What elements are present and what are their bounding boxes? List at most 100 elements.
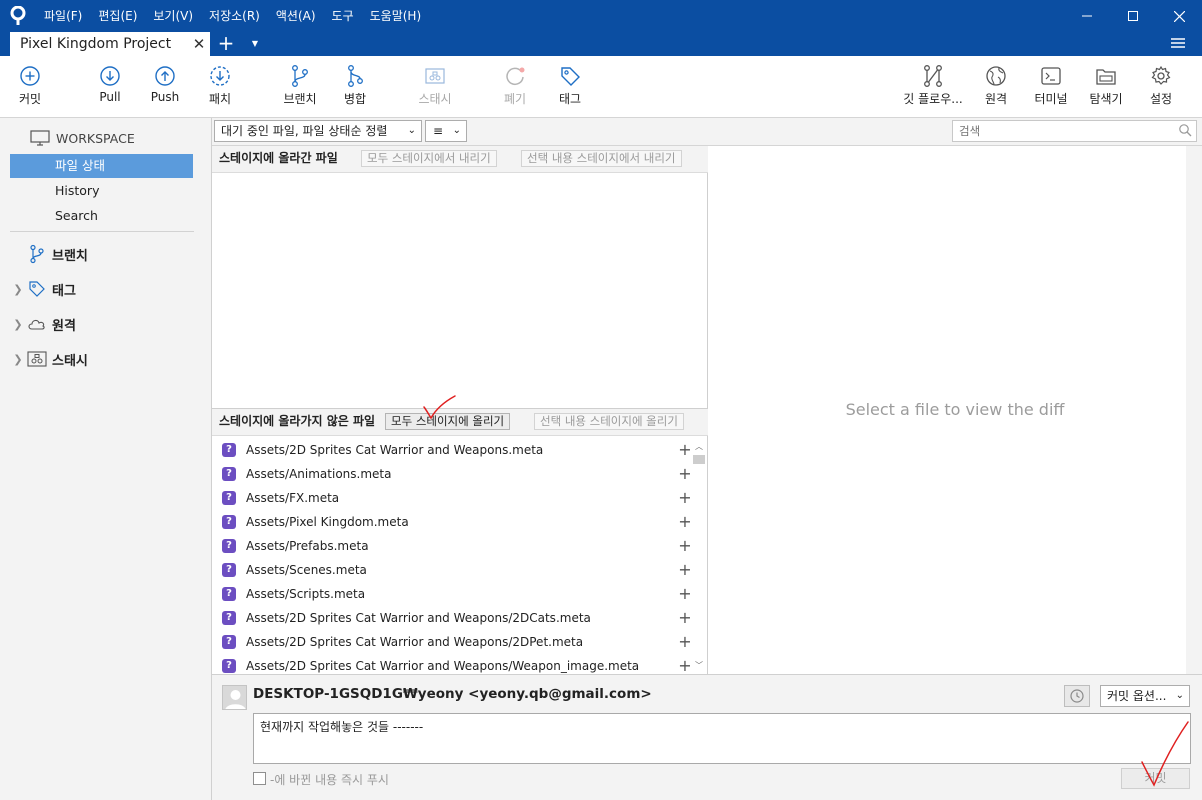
sidebar-group-remotes[interactable]: ❯ 원격 [10,312,76,336]
menu-view[interactable]: 보기(V) [145,0,201,32]
file-row[interactable]: ? Assets/2D Sprites Cat Warrior and Weapo… [212,654,692,675]
untracked-status-icon: ? [222,611,236,625]
stage-all-button[interactable]: 모두 스테이지에 올리기 [385,413,511,430]
search-icon [1179,124,1192,137]
menu-file[interactable]: 파일(F) [36,0,90,32]
stage-file-plus-icon[interactable]: + [678,562,692,578]
file-row[interactable]: ? Assets/FX.meta + [212,486,692,510]
title-bar: 파일(F) 편집(E) 보기(V) 저장소(R) 액션(A) 도구 도움말(H) [0,0,1202,32]
sidebar-item-file-status[interactable]: 파일 상태 [10,154,193,178]
stage-file-plus-icon[interactable]: + [678,538,692,554]
file-row[interactable]: ? Assets/Scripts.meta + [212,582,692,606]
workspace-label: WORKSPACE [56,130,135,146]
tab-dropdown-icon[interactable]: ▼ [248,35,262,53]
discard-button[interactable]: 폐기 [495,56,535,118]
chevron-right-icon: ❯ [13,352,23,366]
workspace-header: WORKSPACE [30,128,135,148]
sidebar-divider [10,231,194,232]
file-row[interactable]: ? Assets/Pixel Kingdom.meta + [212,510,692,534]
commit-toolbar-button[interactable]: 커밋 [10,56,50,118]
remote-button[interactable]: 원격 [976,56,1016,118]
stash-icon [26,351,48,367]
scroll-down-icon[interactable]: ﹀ [691,659,707,673]
repo-tab[interactable]: Pixel Kingdom Project ✕ [10,32,210,56]
untracked-status-icon: ? [222,491,236,505]
push-button[interactable]: Push [145,56,185,118]
scroll-up-icon[interactable]: ︿ [691,440,707,454]
diff-scrollbar[interactable] [1186,146,1202,674]
stage-file-plus-icon[interactable]: + [678,514,692,530]
sidebar-item-history[interactable]: History [10,179,193,203]
menu-edit[interactable]: 편집(E) [90,0,145,32]
hamburger-menu-icon[interactable] [1170,35,1188,53]
stash-button[interactable]: 스태시 [414,56,456,118]
new-tab-button[interactable]: + [216,33,236,55]
clock-icon [1070,689,1084,703]
scrollbar-thumb[interactable] [693,455,705,464]
commit-message-field[interactable]: 현재까지 작업해놓은 것들 ------- [253,713,1191,764]
menu-help[interactable]: 도움말(H) [362,0,430,32]
git-flow-button[interactable]: 깃 플로우... [898,56,968,118]
stage-file-plus-icon[interactable]: + [678,466,692,482]
monitor-icon [30,130,50,146]
list-view-icon: ≡ [433,124,444,138]
close-window-button[interactable] [1156,0,1202,32]
staged-panel-title: 스테이지에 올라간 파일 [219,151,338,165]
stage-file-plus-icon[interactable]: + [678,442,692,458]
explorer-button[interactable]: 탐색기 [1082,56,1130,118]
chevron-down-icon: ⌄ [452,125,461,136]
stage-file-plus-icon[interactable]: + [678,658,692,674]
unstage-selected-button[interactable]: 선택 내용 스테이지에서 내리기 [521,150,682,167]
maximize-button[interactable] [1110,0,1156,32]
untracked-status-icon: ? [222,659,236,673]
file-row[interactable]: ? Assets/2D Sprites Cat Warrior and Weapo… [212,438,692,462]
commit-button[interactable]: 커밋 [1121,768,1190,789]
view-mode-dropdown[interactable]: ≡ ⌄ [425,120,467,142]
staged-panel-header: 스테이지에 올라간 파일 모두 스테이지에서 내리기 선택 내용 스테이지에서 … [212,146,708,173]
push-immediately-checkbox[interactable] [253,772,266,785]
search-input[interactable] [952,120,1197,142]
unstaged-panel-header: 스테이지에 올라가지 않은 파일 모두 스테이지에 올리기 선택 내용 스테이지… [212,409,708,436]
stage-file-plus-icon[interactable]: + [678,634,692,650]
unstaged-files-panel: 스테이지에 올라가지 않은 파일 모두 스테이지에 올리기 선택 내용 스테이지… [212,408,708,675]
file-row[interactable]: ? Assets/2D Sprites Cat Warrior and Weapo… [212,630,692,654]
untracked-status-icon: ? [222,587,236,601]
filter-bar: 대기 중인 파일, 파일 상태순 정렬 ⌄ ≡ ⌄ [212,118,1202,146]
sidebar-group-tags[interactable]: ❯ 태그 [10,277,76,301]
unstaged-panel-title: 스테이지에 올라가지 않은 파일 [219,414,376,428]
file-list-scrollbar[interactable]: ︿ ﹀ [691,438,707,675]
file-row[interactable]: ? Assets/2D Sprites Cat Warrior and Weapo… [212,606,692,630]
stage-file-plus-icon[interactable]: + [678,490,692,506]
file-row[interactable]: ? Assets/Prefabs.meta + [212,534,692,558]
push-immediately-label: -에 바뀐 내용 즉시 푸시 [270,773,389,787]
repo-tab-title: Pixel Kingdom Project [20,36,172,52]
sidebar-group-stashes[interactable]: ❯ 스태시 [10,347,88,371]
menu-tools[interactable]: 도구 [324,0,362,32]
branch-button[interactable]: 브랜치 [280,56,320,118]
stage-file-plus-icon[interactable]: + [678,586,692,602]
fetch-button[interactable]: 패치 [200,56,240,118]
tag-button[interactable]: 태그 [550,56,590,118]
tab-close-icon[interactable]: ✕ [192,32,206,56]
stage-selected-button[interactable]: 선택 내용 스테이지에 올리기 [534,413,684,430]
sidebar: WORKSPACE 파일 상태 History Search 브랜치 ❯ 태그 … [0,118,212,800]
sort-dropdown[interactable]: 대기 중인 파일, 파일 상태순 정렬 ⌄ [214,120,422,142]
file-row[interactable]: ? Assets/Animations.meta + [212,462,692,486]
settings-button[interactable]: 설정 [1141,56,1181,118]
minimize-button[interactable] [1064,0,1110,32]
menu-actions[interactable]: 액션(A) [268,0,324,32]
sidebar-item-search[interactable]: Search [10,204,193,228]
diff-placeholder: Select a file to view the diff [845,400,1065,419]
stage-file-plus-icon[interactable]: + [678,610,692,626]
commit-options-dropdown[interactable]: 커밋 옵션... ⌄ [1100,685,1190,707]
untracked-status-icon: ? [222,563,236,577]
unstaged-file-list: ? Assets/2D Sprites Cat Warrior and Weapo… [212,438,692,675]
menu-repository[interactable]: 저장소(R) [201,0,268,32]
sidebar-group-branches[interactable]: 브랜치 [10,242,88,266]
terminal-button[interactable]: 터미널 [1031,56,1071,118]
merge-button[interactable]: 병합 [335,56,375,118]
file-row[interactable]: ? Assets/Scenes.meta + [212,558,692,582]
commit-history-button[interactable] [1064,685,1090,707]
unstage-all-button[interactable]: 모두 스테이지에서 내리기 [361,150,497,167]
pull-button[interactable]: Pull [90,56,130,118]
